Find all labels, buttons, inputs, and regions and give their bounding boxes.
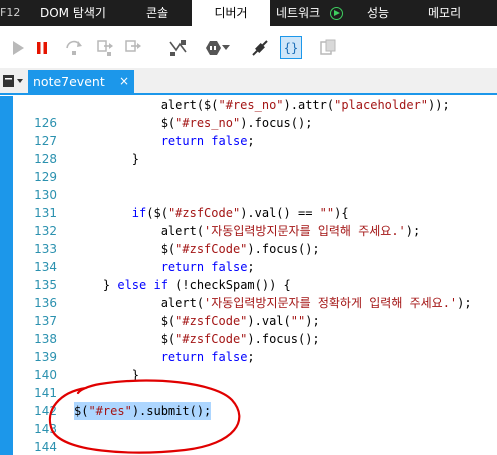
file-tab-label: note7event [33, 74, 105, 89]
code-line: 136 } else if (!checkSpam()) { [13, 276, 497, 310]
close-icon[interactable]: × [119, 74, 129, 88]
code-line: 141 } [13, 366, 497, 400]
tab-network[interactable]: 네트워크 [276, 0, 320, 26]
tab-debugger[interactable]: 디버거 [192, 0, 270, 26]
code-line: 145 [13, 438, 497, 455]
break-on-new-worker-icon[interactable] [168, 38, 188, 58]
code-line: 131 [13, 186, 497, 220]
breakpoint-gutter[interactable] [0, 96, 13, 455]
line-text: if($("#zsfCode").val() == ""){ [131, 206, 349, 220]
step-out-icon[interactable] [123, 38, 143, 58]
source-map-icon[interactable]: {} [280, 36, 302, 59]
exceptions-icon[interactable] [203, 38, 223, 58]
devtools-tab-bar: F12 DOM 탐색기 콘솔 디버거 네트워크 성능 메모리 [0, 0, 497, 26]
play-icon[interactable] [8, 38, 28, 58]
debugger-toolbar: {} [0, 26, 497, 68]
disconnect-icon[interactable] [250, 38, 270, 58]
code-line: 132 if($("#zsfCode").val() == ""){ [13, 204, 497, 238]
record-icon[interactable] [330, 7, 343, 20]
code-line: 142 [13, 384, 497, 418]
code-line: 143 $("#res").submit(); [13, 402, 497, 436]
code-line: 128 return false; [13, 132, 497, 166]
file-tab-row: note7event × [0, 68, 497, 95]
line-text: } [74, 368, 140, 382]
file-tab-note7event[interactable]: note7event × [28, 70, 134, 94]
code-line: 135 return false; [13, 258, 497, 292]
line-text: } [74, 152, 140, 166]
tab-memory[interactable]: 메모리 [428, 0, 461, 26]
tab-console[interactable]: 콘솔 [146, 0, 168, 26]
pretty-print-icon[interactable] [318, 38, 338, 58]
svg-text:{}: {} [284, 41, 298, 55]
selected-line-text: $("#res").submit(); [74, 402, 212, 420]
line-text: alert($("#res_no").attr("placeholder")); [74, 98, 450, 112]
line-text: $("#zsfCode").focus(); [74, 242, 320, 256]
chevron-down-icon[interactable] [222, 45, 230, 51]
line-text: } else if (!checkSpam()) { [74, 278, 291, 292]
step-over-icon[interactable] [64, 38, 84, 58]
code-line: 139 $("#zsfCode").focus(); [13, 330, 497, 364]
code-line: 133 alert('자동입력방지문자를 입력해 주세요.'); [13, 222, 497, 256]
code-line: 137 alert('자동입력방지문자를 정확하게 입력해 주세요.'); [13, 294, 497, 328]
tab-performance[interactable]: 성능 [367, 0, 389, 26]
code-line: 127 $("#res_no").focus(); [13, 114, 497, 148]
tab-underline [0, 93, 497, 95]
code-line: 129 } [13, 150, 497, 184]
file-list-icon[interactable] [2, 74, 24, 88]
code-line: 140 return false; [13, 348, 497, 382]
line-text: $("#zsfCode").val(""); [74, 314, 320, 328]
step-into-icon[interactable] [95, 38, 115, 58]
code-line: 130 [13, 168, 497, 202]
line-text: alert('자동입력방지문자를 입력해 주세요.'); [74, 224, 421, 238]
f12-label: F12 [0, 6, 21, 19]
tab-dom-explorer[interactable]: DOM 탐색기 [40, 0, 106, 26]
code-line: 138 $("#zsfCode").val(""); [13, 312, 497, 346]
code-line: 126 alert($("#res_no").attr("placeholder… [13, 96, 497, 130]
line-text: return false; [160, 134, 255, 148]
code-editor[interactable]: 126 alert($("#res_no").attr("placeholder… [0, 96, 497, 455]
line-text: $("#res_no").focus(); [74, 116, 313, 130]
line-text: return false; [160, 350, 255, 364]
pause-icon[interactable] [32, 38, 52, 58]
code-line: 144 [13, 420, 497, 454]
line-text: alert('자동입력방지문자를 정확하게 입력해 주세요.'); [74, 296, 472, 310]
line-text: $("#zsfCode").focus(); [74, 332, 320, 346]
code-line: 134 $("#zsfCode").focus(); [13, 240, 497, 274]
line-text: return false; [160, 260, 255, 274]
